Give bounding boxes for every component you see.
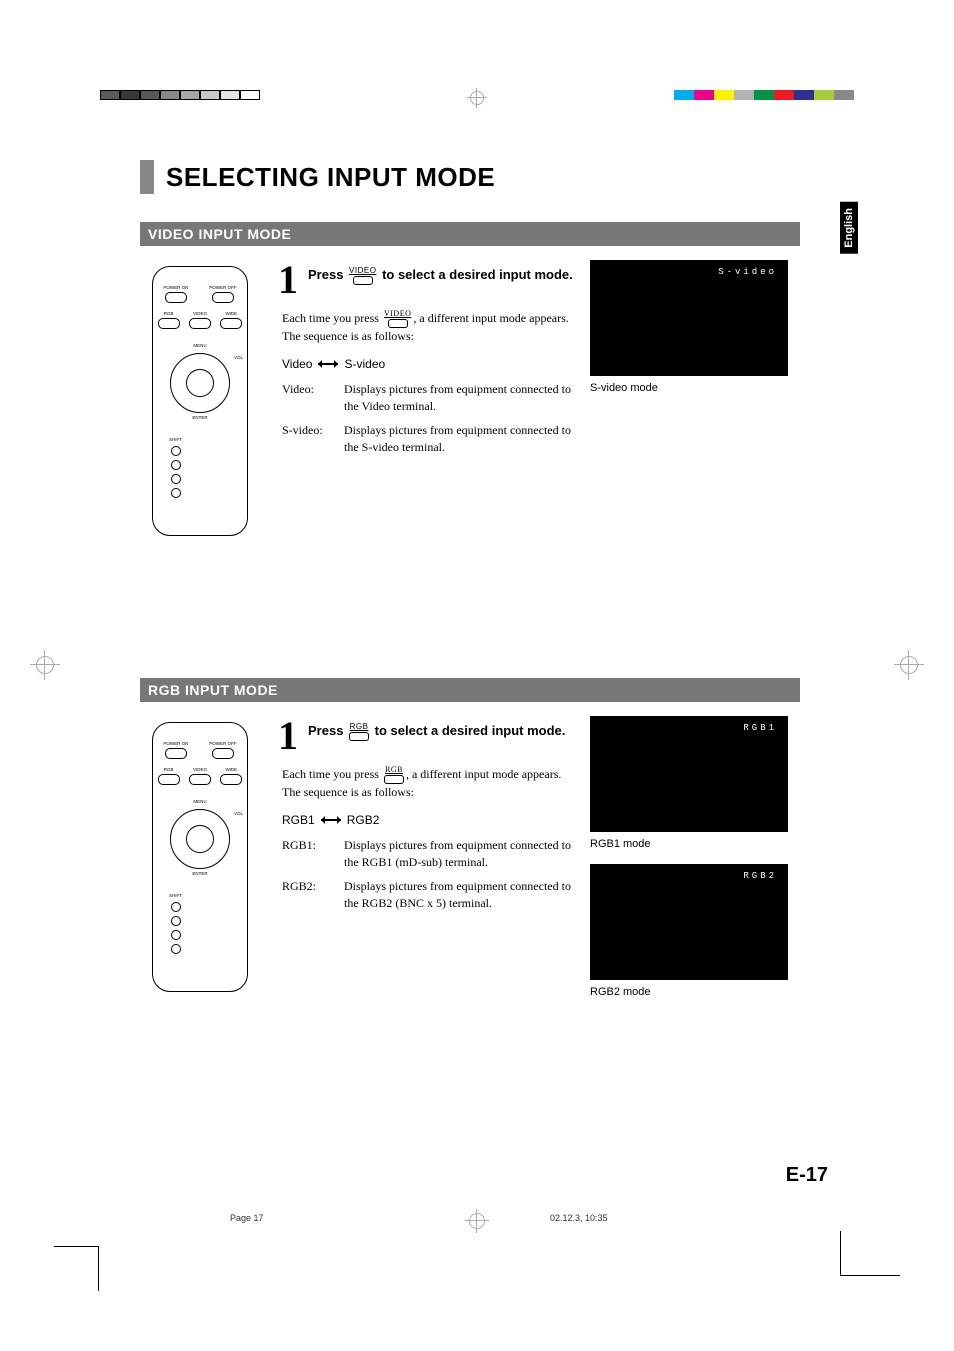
step-title: Press RGB to select a desired input mode… (308, 716, 565, 741)
definition-term: RGB1: (282, 837, 344, 872)
definition-text: Displays pictures from equipment connect… (344, 381, 576, 416)
double-arrow-icon (319, 815, 343, 825)
screen-preview: RGB2 (590, 864, 788, 980)
video-button-icon: VIDEO (349, 267, 376, 285)
sequence-diagram: RGB1 RGB2 (282, 812, 576, 829)
step-title: Press VIDEO to select a desired input mo… (308, 260, 573, 285)
screen-label: RGB1 (743, 723, 777, 733)
page-number: E-17 (786, 1164, 828, 1187)
crosshair-icon (465, 1209, 489, 1233)
remote-control-illustration: POWER ON POWER OFF RGB VIDEO WIDE MENU V… (152, 722, 248, 992)
page-title-text: SELECTING INPUT MODE (166, 162, 495, 193)
step-number: 1 (278, 260, 298, 300)
rgb-button-icon: RGB (384, 766, 404, 784)
crosshair-icon (467, 88, 487, 108)
double-arrow-icon (316, 359, 340, 369)
rgb-button-icon: RGB (349, 723, 369, 741)
definition-term: RGB2: (282, 878, 344, 913)
video-button-icon: VIDEO (384, 310, 411, 328)
language-tab: English (840, 202, 858, 254)
definition-row: RGB1:Displays pictures from equipment co… (282, 837, 576, 872)
definition-term: S-video: (282, 422, 344, 457)
crop-mark-icon (840, 1231, 900, 1291)
screen-caption: RGB1 mode (590, 838, 800, 850)
screen-caption: S-video mode (590, 382, 800, 394)
definition-row: S-video:Displays pictures from equipment… (282, 422, 576, 457)
crosshair-icon (30, 650, 60, 680)
sequence-diagram: Video S-video (282, 356, 576, 373)
definition-row: Video:Displays pictures from equipment c… (282, 381, 576, 416)
definition-text: Displays pictures from equipment connect… (344, 837, 576, 872)
subsection-video-heading: VIDEO INPUT MODE (140, 222, 800, 246)
definition-text: Displays pictures from equipment connect… (344, 422, 576, 457)
title-marker (140, 160, 154, 194)
step-body-text: Each time you press (282, 767, 382, 781)
subsection-rgb-heading: RGB INPUT MODE (140, 678, 800, 702)
remote-control-illustration: POWER ON POWER OFF RGB VIDEO WIDE MENU V… (152, 266, 248, 536)
registration-marks (0, 90, 954, 110)
screen-preview: S-video (590, 260, 788, 376)
definition-row: RGB2:Displays pictures from equipment co… (282, 878, 576, 913)
crop-mark-icon (54, 1246, 99, 1291)
footer-timestamp: 02.12.3, 10:35 (550, 1213, 608, 1223)
crosshair-icon (894, 650, 924, 680)
step-number: 1 (278, 716, 298, 756)
screen-label: S-video (718, 267, 777, 277)
definition-text: Displays pictures from equipment connect… (344, 878, 576, 913)
footer: Page 17 02.12.3, 10:35 (0, 1213, 954, 1233)
screen-preview: RGB1 (590, 716, 788, 832)
footer-page: Page 17 (230, 1213, 264, 1223)
screen-caption: RGB2 mode (590, 986, 800, 998)
page-title: SELECTING INPUT MODE (140, 160, 800, 194)
definition-term: Video: (282, 381, 344, 416)
screen-label: RGB2 (743, 871, 777, 881)
step-body-text: Each time you press (282, 311, 382, 325)
